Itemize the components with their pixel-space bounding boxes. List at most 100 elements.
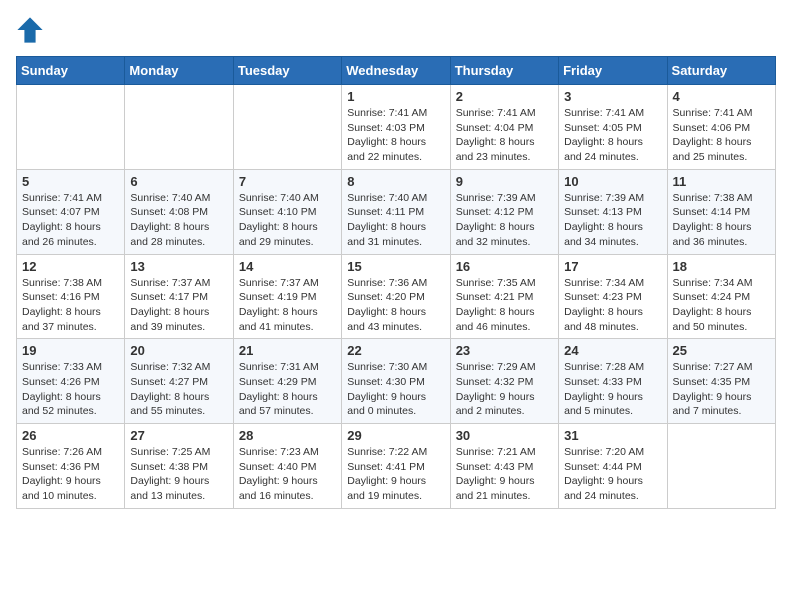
day-info: Sunrise: 7:36 AM Sunset: 4:20 PM Dayligh… <box>347 276 444 335</box>
day-info: Sunrise: 7:39 AM Sunset: 4:12 PM Dayligh… <box>456 191 553 250</box>
day-cell: 30 Sunrise: 7:21 AM Sunset: 4:43 PM Dayli… <box>450 424 558 509</box>
day-info: Sunrise: 7:32 AM Sunset: 4:27 PM Dayligh… <box>130 360 227 419</box>
day-info: Sunrise: 7:41 AM Sunset: 4:05 PM Dayligh… <box>564 106 661 165</box>
day-cell: 16 Sunrise: 7:35 AM Sunset: 4:21 PM Dayli… <box>450 254 558 339</box>
day-number: 29 <box>347 428 444 443</box>
week-row-2: 5 Sunrise: 7:41 AM Sunset: 4:07 PM Daylig… <box>17 169 776 254</box>
day-info: Sunrise: 7:37 AM Sunset: 4:19 PM Dayligh… <box>239 276 336 335</box>
day-number: 27 <box>130 428 227 443</box>
page-header <box>16 16 776 44</box>
day-info: Sunrise: 7:41 AM Sunset: 4:06 PM Dayligh… <box>673 106 770 165</box>
day-number: 28 <box>239 428 336 443</box>
day-cell: 28 Sunrise: 7:23 AM Sunset: 4:40 PM Dayli… <box>233 424 341 509</box>
day-cell <box>667 424 775 509</box>
day-cell <box>125 85 233 170</box>
day-number: 2 <box>456 89 553 104</box>
day-cell: 18Sunrise: 7:34 AM Sunset: 4:24 PM Dayli… <box>667 254 775 339</box>
day-info: Sunrise: 7:30 AM Sunset: 4:30 PM Dayligh… <box>347 360 444 419</box>
day-cell <box>233 85 341 170</box>
day-cell: 14 Sunrise: 7:37 AM Sunset: 4:19 PM Dayli… <box>233 254 341 339</box>
week-row-5: 26 Sunrise: 7:26 AM Sunset: 4:36 PM Dayli… <box>17 424 776 509</box>
day-info: Sunrise: 7:41 AM Sunset: 4:07 PM Dayligh… <box>22 191 119 250</box>
day-number: 26 <box>22 428 119 443</box>
day-cell: 7 Sunrise: 7:40 AM Sunset: 4:10 PM Daylig… <box>233 169 341 254</box>
day-number: 21 <box>239 343 336 358</box>
day-header-monday: Monday <box>125 57 233 85</box>
day-info: Sunrise: 7:26 AM Sunset: 4:36 PM Dayligh… <box>22 445 119 504</box>
day-info: Sunrise: 7:39 AM Sunset: 4:13 PM Dayligh… <box>564 191 661 250</box>
day-info: Sunrise: 7:40 AM Sunset: 4:08 PM Dayligh… <box>130 191 227 250</box>
day-info: Sunrise: 7:27 AM Sunset: 4:35 PM Dayligh… <box>673 360 770 419</box>
day-info: Sunrise: 7:37 AM Sunset: 4:17 PM Dayligh… <box>130 276 227 335</box>
day-number: 13 <box>130 259 227 274</box>
day-header-sunday: Sunday <box>17 57 125 85</box>
day-info: Sunrise: 7:25 AM Sunset: 4:38 PM Dayligh… <box>130 445 227 504</box>
day-number: 22 <box>347 343 444 358</box>
day-info: Sunrise: 7:40 AM Sunset: 4:10 PM Dayligh… <box>239 191 336 250</box>
day-header-thursday: Thursday <box>450 57 558 85</box>
day-number: 15 <box>347 259 444 274</box>
day-number: 31 <box>564 428 661 443</box>
day-info: Sunrise: 7:38 AM Sunset: 4:16 PM Dayligh… <box>22 276 119 335</box>
day-cell: 29Sunrise: 7:22 AM Sunset: 4:41 PM Dayli… <box>342 424 450 509</box>
day-number: 10 <box>564 174 661 189</box>
day-number: 14 <box>239 259 336 274</box>
day-number: 17 <box>564 259 661 274</box>
day-cell: 2 Sunrise: 7:41 AM Sunset: 4:04 PM Daylig… <box>450 85 558 170</box>
day-cell: 31Sunrise: 7:20 AM Sunset: 4:44 PM Dayli… <box>559 424 667 509</box>
day-cell: 26 Sunrise: 7:26 AM Sunset: 4:36 PM Dayli… <box>17 424 125 509</box>
day-number: 24 <box>564 343 661 358</box>
day-cell: 25Sunrise: 7:27 AM Sunset: 4:35 PM Dayli… <box>667 339 775 424</box>
day-number: 4 <box>673 89 770 104</box>
day-cell: 8 Sunrise: 7:40 AM Sunset: 4:11 PM Daylig… <box>342 169 450 254</box>
day-cell: 27 Sunrise: 7:25 AM Sunset: 4:38 PM Dayli… <box>125 424 233 509</box>
day-cell: 22 Sunrise: 7:30 AM Sunset: 4:30 PM Dayli… <box>342 339 450 424</box>
day-header-tuesday: Tuesday <box>233 57 341 85</box>
day-cell: 17 Sunrise: 7:34 AM Sunset: 4:23 PM Dayli… <box>559 254 667 339</box>
day-cell: 15 Sunrise: 7:36 AM Sunset: 4:20 PM Dayli… <box>342 254 450 339</box>
day-number: 16 <box>456 259 553 274</box>
day-number: 11 <box>673 174 770 189</box>
day-number: 6 <box>130 174 227 189</box>
day-cell <box>17 85 125 170</box>
calendar: SundayMondayTuesdayWednesdayThursdayFrid… <box>16 56 776 509</box>
day-number: 8 <box>347 174 444 189</box>
day-number: 30 <box>456 428 553 443</box>
day-cell: 23 Sunrise: 7:29 AM Sunset: 4:32 PM Dayli… <box>450 339 558 424</box>
day-info: Sunrise: 7:33 AM Sunset: 4:26 PM Dayligh… <box>22 360 119 419</box>
day-info: Sunrise: 7:28 AM Sunset: 4:33 PM Dayligh… <box>564 360 661 419</box>
day-cell: 3 Sunrise: 7:41 AM Sunset: 4:05 PM Daylig… <box>559 85 667 170</box>
logo-icon <box>16 16 44 44</box>
day-cell: 1Sunrise: 7:41 AM Sunset: 4:03 PM Daylig… <box>342 85 450 170</box>
day-info: Sunrise: 7:40 AM Sunset: 4:11 PM Dayligh… <box>347 191 444 250</box>
day-info: Sunrise: 7:34 AM Sunset: 4:24 PM Dayligh… <box>673 276 770 335</box>
day-header-friday: Friday <box>559 57 667 85</box>
day-number: 9 <box>456 174 553 189</box>
day-number: 12 <box>22 259 119 274</box>
day-info: Sunrise: 7:21 AM Sunset: 4:43 PM Dayligh… <box>456 445 553 504</box>
day-number: 5 <box>22 174 119 189</box>
day-info: Sunrise: 7:41 AM Sunset: 4:03 PM Dayligh… <box>347 106 444 165</box>
week-row-1: 1Sunrise: 7:41 AM Sunset: 4:03 PM Daylig… <box>17 85 776 170</box>
day-cell: 13 Sunrise: 7:37 AM Sunset: 4:17 PM Dayli… <box>125 254 233 339</box>
day-info: Sunrise: 7:31 AM Sunset: 4:29 PM Dayligh… <box>239 360 336 419</box>
logo <box>16 16 48 44</box>
day-number: 7 <box>239 174 336 189</box>
day-cell: 24 Sunrise: 7:28 AM Sunset: 4:33 PM Dayli… <box>559 339 667 424</box>
day-number: 19 <box>22 343 119 358</box>
day-cell: 9 Sunrise: 7:39 AM Sunset: 4:12 PM Daylig… <box>450 169 558 254</box>
week-row-4: 19 Sunrise: 7:33 AM Sunset: 4:26 PM Dayli… <box>17 339 776 424</box>
day-cell: 11 Sunrise: 7:38 AM Sunset: 4:14 PM Dayli… <box>667 169 775 254</box>
day-info: Sunrise: 7:35 AM Sunset: 4:21 PM Dayligh… <box>456 276 553 335</box>
day-info: Sunrise: 7:29 AM Sunset: 4:32 PM Dayligh… <box>456 360 553 419</box>
day-cell: 12 Sunrise: 7:38 AM Sunset: 4:16 PM Dayli… <box>17 254 125 339</box>
day-info: Sunrise: 7:38 AM Sunset: 4:14 PM Dayligh… <box>673 191 770 250</box>
day-info: Sunrise: 7:23 AM Sunset: 4:40 PM Dayligh… <box>239 445 336 504</box>
day-number: 3 <box>564 89 661 104</box>
day-info: Sunrise: 7:34 AM Sunset: 4:23 PM Dayligh… <box>564 276 661 335</box>
day-cell: 19 Sunrise: 7:33 AM Sunset: 4:26 PM Dayli… <box>17 339 125 424</box>
day-info: Sunrise: 7:41 AM Sunset: 4:04 PM Dayligh… <box>456 106 553 165</box>
day-number: 23 <box>456 343 553 358</box>
day-cell: 21 Sunrise: 7:31 AM Sunset: 4:29 PM Dayli… <box>233 339 341 424</box>
day-header-saturday: Saturday <box>667 57 775 85</box>
